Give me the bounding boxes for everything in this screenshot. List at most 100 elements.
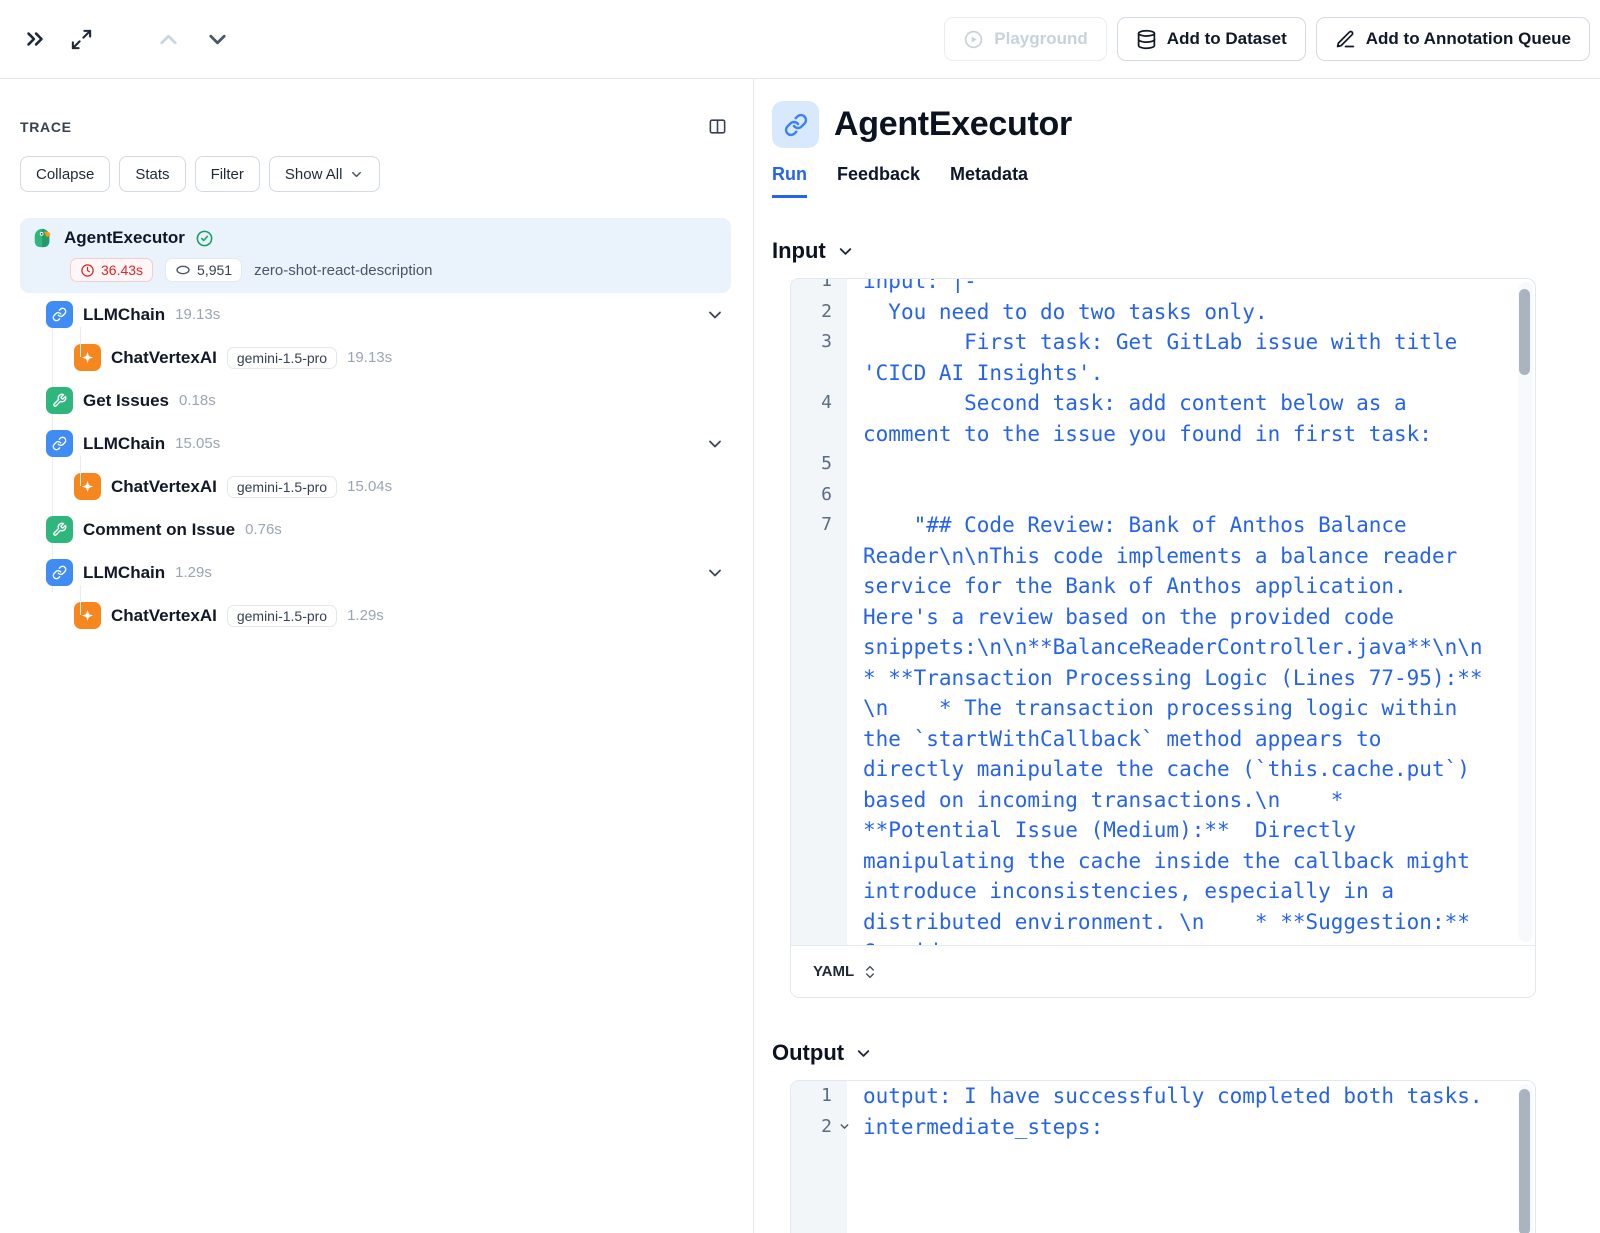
- trace-row-duration: 19.13s: [347, 349, 392, 366]
- chain-link-icon: [46, 430, 73, 457]
- output-code-content: 1output: I have successfully completed b…: [791, 1081, 1535, 1142]
- trace-row-duration: 15.04s: [347, 478, 392, 495]
- code-line: First task: Get GitLab issue with title …: [847, 327, 1535, 388]
- llm-model-icon: [74, 344, 101, 371]
- chevron-down-icon[interactable]: [705, 434, 725, 454]
- input-code-content: 1input: |- 2 You need to do two tasks on…: [791, 279, 1535, 945]
- playground-label: Playground: [994, 29, 1088, 49]
- filter-button[interactable]: Filter: [195, 156, 260, 192]
- add-to-dataset-button[interactable]: Add to Dataset: [1117, 17, 1306, 61]
- trace-row-duration: 19.13s: [175, 306, 220, 323]
- trace-root-name: AgentExecutor: [64, 228, 185, 248]
- clock-icon: [80, 263, 95, 278]
- line-number: 7: [791, 510, 847, 945]
- llm-model-icon: [74, 602, 101, 629]
- previous-run-button[interactable]: [151, 22, 186, 57]
- trace-row-chatvertexai-3[interactable]: ChatVertexAI gemini-1.5-pro 1.29s: [20, 594, 731, 637]
- success-check-icon: [195, 229, 214, 248]
- line-number: 2: [791, 297, 847, 328]
- add-to-annotation-queue-label: Add to Annotation Queue: [1366, 29, 1571, 49]
- add-to-annotation-queue-button[interactable]: Add to Annotation Queue: [1316, 17, 1590, 61]
- chevron-up-icon: [155, 26, 182, 53]
- line-number: 1: [791, 279, 847, 297]
- line-number: 2: [791, 1112, 847, 1143]
- code-line: output: I have successfully completed bo…: [847, 1081, 1535, 1112]
- input-section-title: Input: [772, 238, 826, 264]
- token-icon: [175, 262, 191, 278]
- pen-icon: [1335, 29, 1356, 50]
- detail-tabs: Run Feedback Metadata: [754, 164, 1600, 198]
- model-badge: gemini-1.5-pro: [227, 605, 337, 627]
- trace-row-name: LLMChain: [83, 563, 165, 583]
- expand-button[interactable]: [66, 24, 97, 55]
- trace-panel: TRACE Collapse Stats Filter Show All: [0, 79, 754, 1233]
- output-code-block: 1output: I have successfully completed b…: [790, 1080, 1536, 1233]
- trace-row-name: LLMChain: [83, 434, 165, 454]
- trace-tree: AgentExecutor 36.43s 5,951 zero-shot-rea…: [20, 218, 731, 637]
- show-all-label: Show All: [285, 166, 343, 183]
- trace-row-chatvertexai-1[interactable]: ChatVertexAI gemini-1.5-pro 19.13s: [20, 336, 731, 379]
- add-to-dataset-label: Add to Dataset: [1167, 29, 1287, 49]
- line-number: 1: [791, 1081, 847, 1112]
- trace-row-name: ChatVertexAI: [111, 477, 217, 497]
- line-number: 4: [791, 388, 847, 449]
- tab-metadata[interactable]: Metadata: [950, 164, 1028, 198]
- code-line: You need to do two tasks only.: [847, 297, 1535, 328]
- maximize-icon: [70, 28, 93, 51]
- scrollbar-thumb[interactable]: [1519, 289, 1530, 375]
- trace-row-duration: 0.76s: [245, 521, 282, 538]
- tab-feedback[interactable]: Feedback: [837, 164, 920, 198]
- scrollbar-thumb[interactable]: [1519, 1089, 1530, 1233]
- trace-row-duration: 0.18s: [179, 392, 216, 409]
- tool-wrench-icon: [46, 516, 73, 543]
- chain-link-icon: [46, 559, 73, 586]
- columns-icon: [708, 117, 727, 136]
- split-view-button[interactable]: [704, 113, 731, 140]
- play-circle-icon: [963, 29, 984, 50]
- show-all-dropdown[interactable]: Show All: [269, 156, 381, 192]
- token-count-badge: 5,951: [165, 258, 242, 282]
- chevron-down-icon[interactable]: [705, 305, 725, 325]
- llm-model-icon: [74, 473, 101, 500]
- collapse-button[interactable]: Collapse: [20, 156, 110, 192]
- duration-badge: 36.43s: [70, 258, 153, 282]
- app-window: Playground Add to Dataset Add to Annotat…: [0, 0, 1600, 1233]
- code-line: "## Code Review: Bank of Anthos Balance …: [847, 510, 1535, 945]
- trace-row-duration: 1.29s: [175, 564, 212, 581]
- stats-button[interactable]: Stats: [119, 156, 185, 192]
- format-selector[interactable]: YAML: [791, 945, 1535, 997]
- chain-link-icon: [772, 101, 819, 148]
- trace-row-name: ChatVertexAI: [111, 348, 217, 368]
- playground-button[interactable]: Playground: [944, 17, 1107, 61]
- trace-row-duration: 1.29s: [347, 607, 384, 624]
- tool-wrench-icon: [46, 387, 73, 414]
- trace-row-get-issues[interactable]: Get Issues 0.18s: [20, 379, 731, 422]
- trace-row-llmchain-1[interactable]: LLMChain 19.13s: [20, 293, 731, 336]
- agent-type-tag: zero-shot-react-description: [254, 262, 432, 279]
- next-run-button[interactable]: [200, 22, 235, 57]
- trace-row-comment-on-issue[interactable]: Comment on Issue 0.76s: [20, 508, 731, 551]
- model-badge: gemini-1.5-pro: [227, 476, 337, 498]
- chevron-down-icon[interactable]: [854, 1044, 873, 1063]
- trace-root-node[interactable]: AgentExecutor 36.43s 5,951 zero-shot-rea…: [20, 218, 731, 293]
- line-number: 6: [791, 480, 847, 511]
- collapse-sidebar-button[interactable]: [18, 22, 52, 56]
- chevron-down-icon: [349, 167, 364, 182]
- chevron-down-icon[interactable]: [705, 563, 725, 583]
- tab-run[interactable]: Run: [772, 164, 807, 198]
- input-code-block: 1input: |- 2 You need to do two tasks on…: [790, 278, 1536, 998]
- code-line: [847, 480, 1535, 511]
- chevron-down-icon[interactable]: [836, 242, 855, 261]
- trace-row-chatvertexai-2[interactable]: ChatVertexAI gemini-1.5-pro 15.04s: [20, 465, 731, 508]
- trace-row-name: Comment on Issue: [83, 520, 235, 540]
- code-line: Second task: add content below as a comm…: [847, 388, 1535, 449]
- scrollbar-track: [1518, 282, 1533, 942]
- trace-row-llmchain-3[interactable]: LLMChain 1.29s: [20, 551, 731, 594]
- collapse-line-chevron-icon[interactable]: [838, 1120, 851, 1133]
- trace-row-name: LLMChain: [83, 305, 165, 325]
- trace-row-llmchain-2[interactable]: LLMChain 15.05s: [20, 422, 731, 465]
- page-title: AgentExecutor: [834, 105, 1072, 144]
- output-section-title: Output: [772, 1040, 844, 1066]
- trace-row-name: ChatVertexAI: [111, 606, 217, 626]
- toolbar: Playground Add to Dataset Add to Annotat…: [0, 0, 1600, 79]
